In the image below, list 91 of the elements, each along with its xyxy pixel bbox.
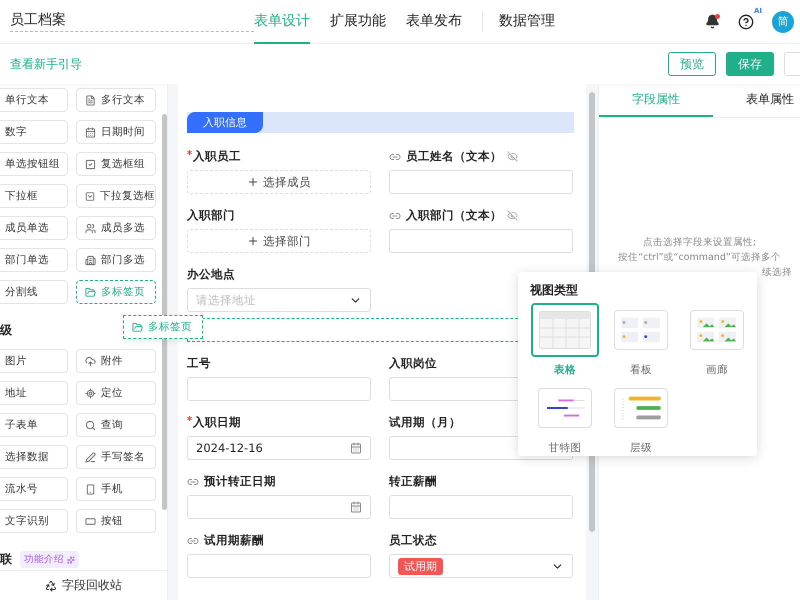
hint-text: 按住“ctrl”或“command”可选择多个 [618,251,781,264]
field-type-item[interactable]: 手机 [76,477,156,501]
plus-icon [247,176,259,188]
picker-button[interactable]: 选择部门 [187,229,371,253]
field-label: 工号 [187,356,211,371]
field-type-item[interactable]: 附件 [76,349,156,373]
group-title: 联 [0,551,12,568]
input-field[interactable] [187,377,371,401]
field-type-item[interactable]: 多行文本 [76,88,156,112]
field-label: 预计转正日期 [204,474,276,489]
field-type-icon [85,190,95,202]
popup-title: 视图类型 [530,282,579,299]
field-type-item[interactable]: 成员多选 [76,216,156,240]
field-type-icon [85,356,96,366]
field-label: 入职岗位 [389,356,437,371]
field-type-icon [85,94,96,106]
field-type-icon [85,452,96,462]
table-view-icon [539,311,591,349]
drag-ghost: 多标签页 [123,315,203,339]
date-field[interactable] [187,495,371,519]
field-label: 入职部门（文本） [406,208,502,223]
field-type-icon [85,388,96,398]
sparkle-icon [67,556,75,564]
field-type-item[interactable]: 查询 [76,413,156,437]
field-type-item[interactable]: 部门单选 [0,248,68,272]
field-type-icon [85,222,96,234]
field-type-item[interactable]: 下拉复选框 [76,184,156,208]
view-option-label: 甘特图 [548,441,582,455]
field-type-item[interactable]: 子表单 [0,413,68,437]
input-field[interactable] [187,554,371,578]
field-type-icon [85,286,96,298]
field-type-icon [85,516,96,526]
calendar-icon [350,501,362,513]
notification-icon[interactable] [705,14,720,29]
field-label: 转正薪酬 [389,474,437,489]
toolbar-button[interactable] [784,52,800,76]
view-option[interactable] [531,303,599,357]
field-type-item[interactable]: 手写签名 [76,445,156,469]
view-option-label: 层级 [630,441,652,455]
folder-icon [132,322,143,332]
field-type-icon [85,126,96,138]
help-icon[interactable] [738,14,754,30]
field-type-item[interactable]: 单行文本 [0,88,68,112]
input-field[interactable] [389,495,573,519]
field-type-item[interactable]: 单选按钮组 [0,152,68,176]
field-type-item[interactable]: 日期时间 [76,120,156,144]
date-field[interactable]: 2024-12-16 [187,436,371,460]
field-label: 试用期薪酬 [204,533,264,548]
view-option-label: 画廊 [706,363,728,377]
status-tag: 试用期 [398,558,443,574]
picker-button[interactable]: 选择成员 [187,170,371,194]
app-title[interactable]: 员工档案 [10,11,254,32]
field-type-item[interactable]: 成员单选 [0,216,68,240]
field-label: 员工状态 [389,533,437,548]
field-label: 入职日期 [193,415,241,430]
recycle-icon [45,580,57,592]
field-type-item[interactable]: 分割线 [0,280,68,304]
field-type-item[interactable]: 地址 [0,381,68,405]
field-type-item[interactable]: 按钮 [76,509,156,533]
nav-tab[interactable]: 扩展功能 [330,0,386,44]
field-type-icon [85,420,96,430]
input-field[interactable] [389,229,573,253]
field-label: 入职部门 [187,208,235,223]
field-type-item[interactable]: 部门多选 [76,248,156,272]
field-type-item[interactable]: 定位 [76,381,156,405]
field-type-item[interactable]: 文字识别 [0,509,68,533]
field-label: 办公地点 [187,267,235,282]
hint-text: 点击选择字段来设置属性; [642,236,756,249]
plus-icon [247,235,259,247]
view-option-label: 表格 [554,363,576,377]
property-tab[interactable]: 表单属性 [713,84,800,117]
calendar-icon [350,442,362,454]
input-field[interactable] [389,170,573,194]
nav-tab[interactable]: 表单发布 [406,0,462,44]
feature-badge[interactable]: 功能介绍 [20,551,79,568]
field-type-item[interactable]: 复选框组 [76,152,156,176]
field-label: 员工姓名（文本） [406,149,502,164]
hint-text: 续选择 [762,266,792,279]
field-type-icon [85,158,96,170]
field-type-item[interactable]: 选择数据 [0,445,68,469]
field-type-icon [85,254,96,266]
group-title: 级 [0,322,12,339]
field-type-item[interactable]: 数字 [0,120,68,144]
nav-tab[interactable]: 数据管理 [499,0,555,44]
field-type-item[interactable]: 图片 [0,349,68,373]
field-label: 试用期（月） [389,415,461,430]
field-type-icon [85,484,96,494]
field-type-item[interactable]: 流水号 [0,477,68,501]
field-type-item[interactable]: 下拉框 [0,184,68,208]
field-label: 入职员工 [193,149,241,164]
view-option-label: 看板 [630,363,652,377]
